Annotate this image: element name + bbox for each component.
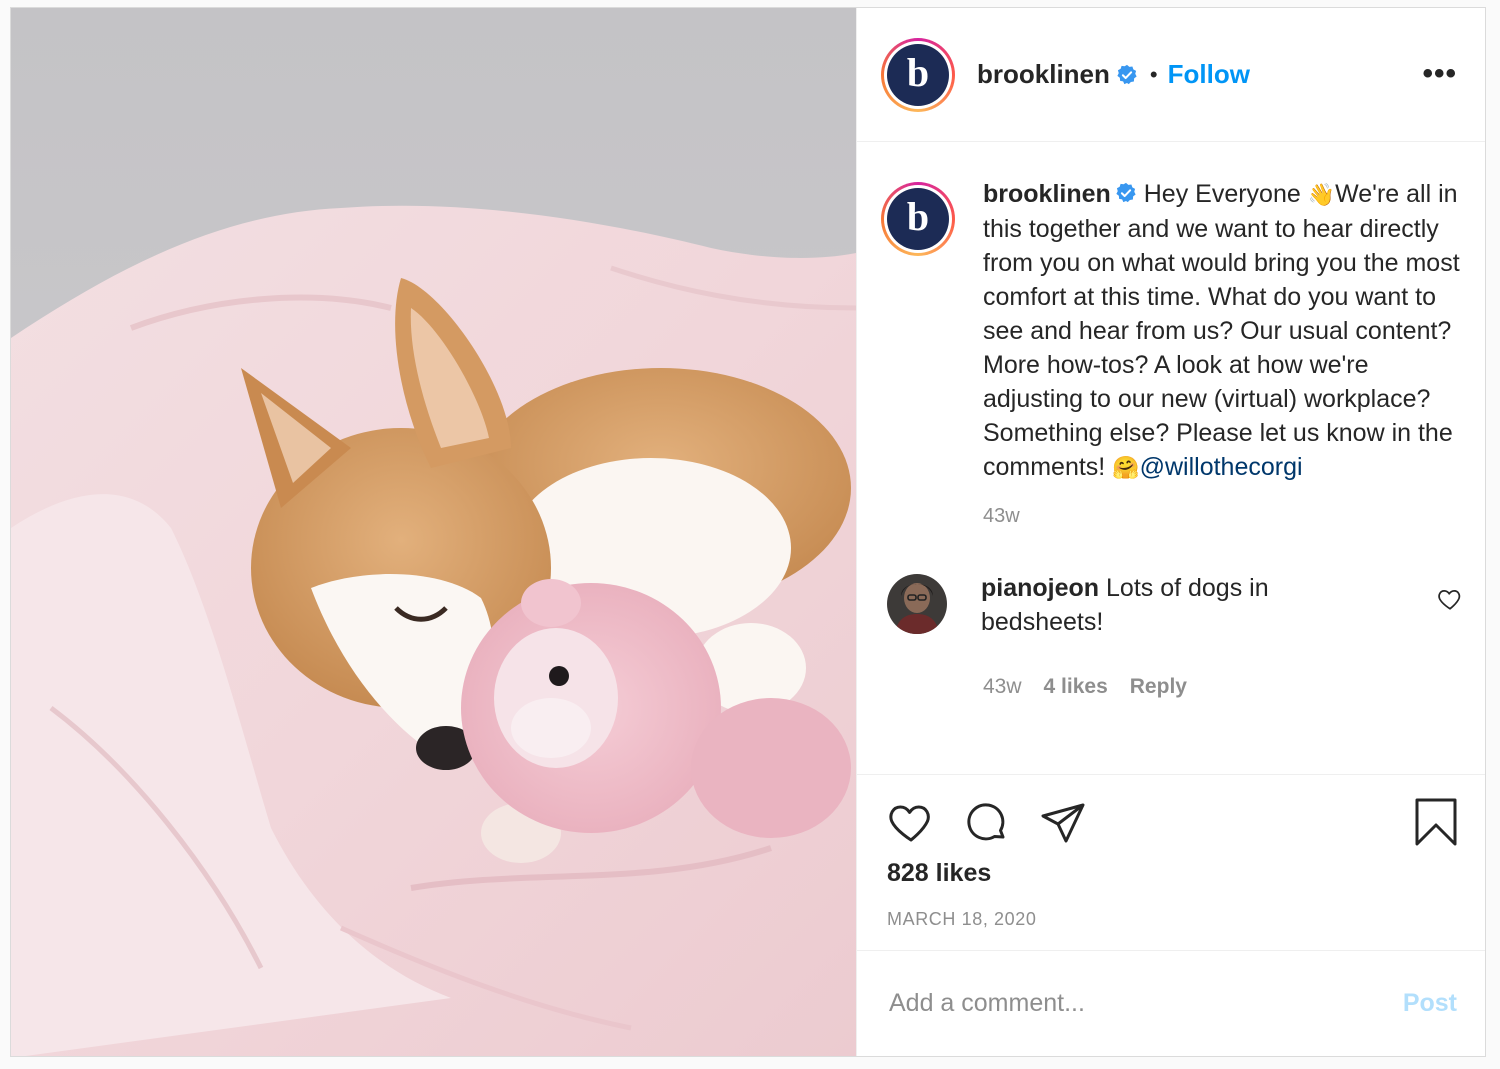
likes-count[interactable]: 828 likes [887, 859, 991, 888]
post-side-panel: b brooklinen • Follow ••• b brooklinen H… [856, 8, 1485, 1056]
add-comment-bar: Post [857, 950, 1485, 1056]
action-icons-row [887, 799, 1115, 847]
comment-likes-count[interactable]: 4 likes [1044, 675, 1108, 698]
comment-meta: 43w 4 likes Reply [983, 675, 1463, 699]
more-options-icon[interactable]: ••• [1422, 59, 1457, 89]
post-actions: 828 likes MARCH 18, 2020 [857, 774, 1485, 950]
comment-reply-button[interactable]: Reply [1130, 675, 1187, 698]
instagram-post: b brooklinen • Follow ••• b brooklinen H… [10, 7, 1486, 1057]
caption-username[interactable]: brooklinen [983, 180, 1111, 208]
corgi-sleeping-image [11, 8, 856, 1056]
comment-like-heart-icon[interactable] [1437, 586, 1463, 612]
caption-avatar-letter: b [887, 188, 949, 250]
bookmark-icon[interactable] [1413, 797, 1459, 847]
post-date[interactable]: MARCH 18, 2020 [887, 909, 1036, 930]
caption-verified-badge-icon [1116, 183, 1136, 203]
verified-badge-icon [1117, 64, 1137, 84]
post-header: b brooklinen • Follow ••• [857, 8, 1485, 142]
commenter-avatar-image [887, 574, 947, 634]
post-comment-button[interactable]: Post [1403, 989, 1457, 1018]
waving-hand-emoji-icon: 👋 [1307, 182, 1336, 207]
caption-text-part1: Hey Everyone [1136, 180, 1308, 208]
comments-section: b brooklinen Hey Everyone 👋We're all in … [857, 142, 1485, 774]
share-icon[interactable] [1039, 799, 1087, 847]
commenter-avatar[interactable] [887, 574, 947, 634]
follow-button[interactable]: Follow [1168, 59, 1250, 90]
caption-text-part2: We're all in this together and we want t… [983, 180, 1460, 481]
caption-avatar[interactable]: b [881, 182, 955, 256]
header-separator: • [1149, 61, 1158, 87]
header-username[interactable]: brooklinen [977, 59, 1110, 90]
caption-timestamp[interactable]: 43w [983, 505, 1463, 528]
comment-timestamp[interactable]: 43w [983, 675, 1022, 698]
avatar[interactable]: b [881, 37, 955, 112]
hugging-face-emoji-icon: 🤗 [1112, 455, 1140, 480]
comment-text: pianojeon Lots of dogs in bedsheets! [981, 571, 1341, 639]
comment-row: pianojeon Lots of dogs in bedsheets! [881, 574, 1463, 639]
avatar-letter: b [887, 43, 949, 106]
caption-text: brooklinen Hey Everyone 👋We're all in th… [983, 177, 1463, 485]
post-photo[interactable] [11, 8, 856, 1056]
commenter-username[interactable]: pianojeon [981, 574, 1099, 602]
caption-mention-link[interactable]: @willothecorgi [1140, 453, 1303, 481]
comment-icon[interactable] [963, 799, 1011, 847]
caption: b brooklinen Hey Everyone 👋We're all in … [881, 180, 1463, 485]
add-comment-input[interactable] [887, 988, 1403, 1019]
heart-icon[interactable] [887, 799, 935, 847]
